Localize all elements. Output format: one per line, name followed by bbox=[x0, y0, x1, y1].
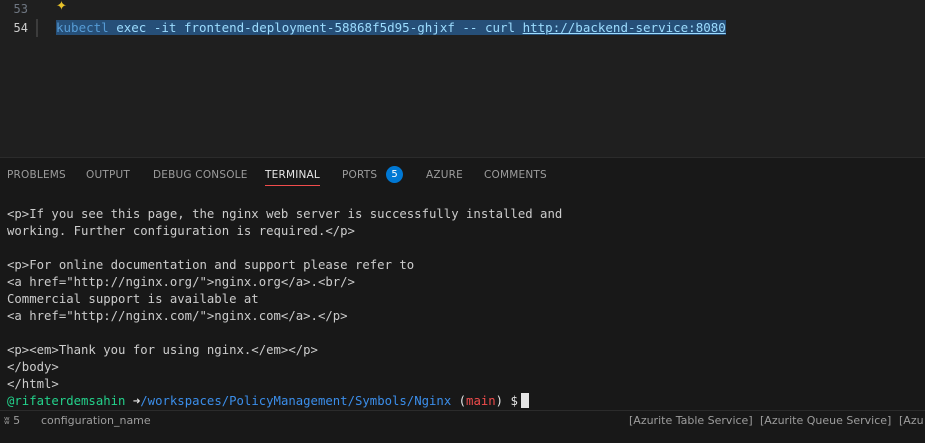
ports-count-badge: 5 bbox=[386, 166, 403, 183]
line-number: 53 bbox=[13, 2, 28, 16]
tab-azure[interactable]: AZURE bbox=[426, 169, 463, 181]
tab-terminal[interactable]: TERMINAL bbox=[265, 169, 320, 186]
terminal-line: <a href="http://nginx.org/">nginx.org</a… bbox=[7, 275, 355, 289]
terminal-output[interactable]: <p>If you see this page, the nginx web s… bbox=[0, 203, 925, 411]
terminal-line: <p>If you see this page, the nginx web s… bbox=[7, 207, 563, 221]
status-bar: ʬ 5 configuration_name [Azurite Table Se… bbox=[0, 410, 925, 443]
config-name[interactable]: configuration_name bbox=[41, 414, 151, 427]
code-editor[interactable]: 53 ✦ 54 kubectl exec -it frontend-deploy… bbox=[0, 0, 925, 157]
prompt-path: /workspaces/PolicyManagement/Symbols/Ngi… bbox=[140, 394, 452, 408]
code-args: exec -it frontend-deployment-58868f5d95-… bbox=[108, 20, 523, 35]
code-line-54[interactable]: kubectl exec -it frontend-deployment-588… bbox=[56, 20, 726, 35]
terminal-line: <a href="http://nginx.com/">nginx.com</a… bbox=[7, 309, 348, 323]
terminal-line: </body> bbox=[7, 360, 59, 374]
tab-debug-console[interactable]: DEBUG CONSOLE bbox=[153, 169, 248, 181]
selected-code: kubectl exec -it frontend-deployment-588… bbox=[56, 20, 726, 35]
ports-count: 5 bbox=[13, 414, 21, 427]
bottom-panel: PROBLEMS OUTPUT DEBUG CONSOLE TERMINAL P… bbox=[0, 157, 925, 411]
azurite-table-service[interactable]: [Azurite Table Service] bbox=[629, 414, 753, 427]
current-line-indicator bbox=[36, 19, 38, 37]
terminal-line: Commercial support is available at bbox=[7, 292, 259, 306]
code-url-link[interactable]: http://backend-service:8080 bbox=[523, 20, 726, 35]
prompt-branch-open: ( bbox=[458, 394, 467, 408]
prompt-branch-close: ) bbox=[495, 394, 504, 408]
tab-problems[interactable]: PROBLEMS bbox=[7, 169, 66, 181]
terminal-cursor bbox=[520, 393, 529, 408]
tab-comments[interactable]: COMMENTS bbox=[484, 169, 547, 181]
prompt-dollar: $ bbox=[510, 394, 518, 408]
line-number: 54 bbox=[13, 21, 28, 35]
ports-status[interactable]: ʬ 5 bbox=[4, 414, 20, 427]
copilot-sparkle-icon[interactable]: ✦ bbox=[56, 0, 67, 14]
azurite-blob-service[interactable]: [Azu bbox=[899, 414, 924, 427]
terminal-line: working. Further configuration is requir… bbox=[7, 224, 355, 238]
prompt-branch: main bbox=[466, 394, 496, 408]
azurite-queue-service[interactable]: [Azurite Queue Service] bbox=[760, 414, 891, 427]
tab-ports[interactable]: PORTS bbox=[342, 169, 377, 181]
prompt-user: @rifaterdemsahin bbox=[7, 394, 126, 408]
tab-output[interactable]: OUTPUT bbox=[86, 169, 130, 181]
terminal-line: <p>For online documentation and support … bbox=[7, 258, 415, 272]
terminal-line: </html> bbox=[7, 377, 59, 391]
code-command: kubectl bbox=[56, 20, 109, 35]
terminal-line: <p><em>Thank you for using nginx.</em></… bbox=[7, 343, 318, 357]
ports-antenna-icon: ʬ bbox=[4, 414, 10, 427]
terminal-prompt[interactable]: @rifaterdemsahin ➜/workspaces/PolicyMana… bbox=[7, 393, 529, 410]
panel-tabs: PROBLEMS OUTPUT DEBUG CONSOLE TERMINAL P… bbox=[0, 158, 925, 196]
